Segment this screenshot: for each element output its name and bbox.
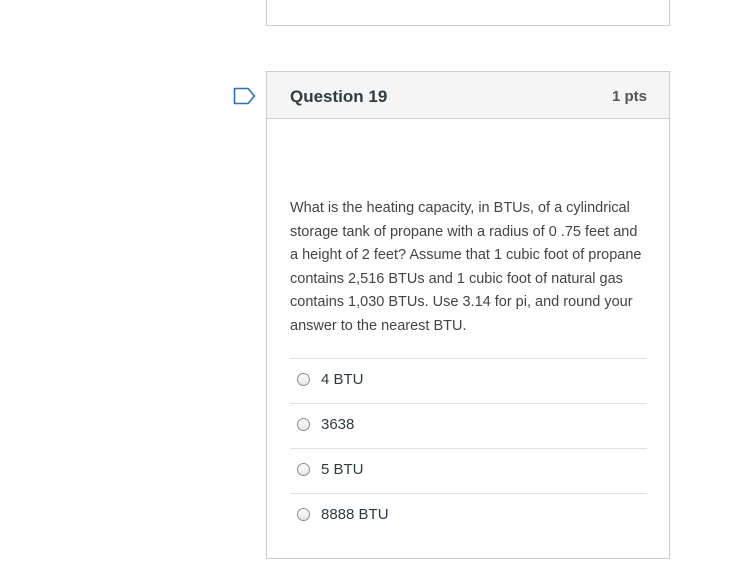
question-points: 1 pts xyxy=(611,88,647,105)
answer-label: 8888 BTU xyxy=(321,506,389,523)
answer-label: 3638 xyxy=(321,416,355,433)
answer-list: 4 BTU 3638 5 BTU 8888 BTU xyxy=(290,358,647,538)
question-text: What is the heating capacity, in BTUs, o… xyxy=(290,200,642,334)
question-title: Question 19 xyxy=(290,87,388,106)
flag-question-icon[interactable] xyxy=(233,87,257,105)
answer-option[interactable]: 3638 xyxy=(290,403,647,448)
answer-option[interactable]: 4 BTU xyxy=(290,358,647,403)
radio-button[interactable] xyxy=(297,463,310,476)
radio-button[interactable] xyxy=(297,508,310,521)
previous-question-card xyxy=(266,0,670,26)
answer-option[interactable]: 5 BTU xyxy=(290,448,647,493)
radio-button[interactable] xyxy=(297,373,310,386)
answer-label: 5 BTU xyxy=(321,461,364,478)
radio-button[interactable] xyxy=(297,418,310,431)
answer-option[interactable]: 8888 BTU xyxy=(290,493,647,538)
question-card: Question 19 1 pts What is the heating ca… xyxy=(266,71,670,559)
question-header: Question 19 1 pts xyxy=(267,72,669,119)
answer-label: 4 BTU xyxy=(321,371,364,388)
quiz-page: Question 19 1 pts What is the heating ca… xyxy=(0,0,748,586)
